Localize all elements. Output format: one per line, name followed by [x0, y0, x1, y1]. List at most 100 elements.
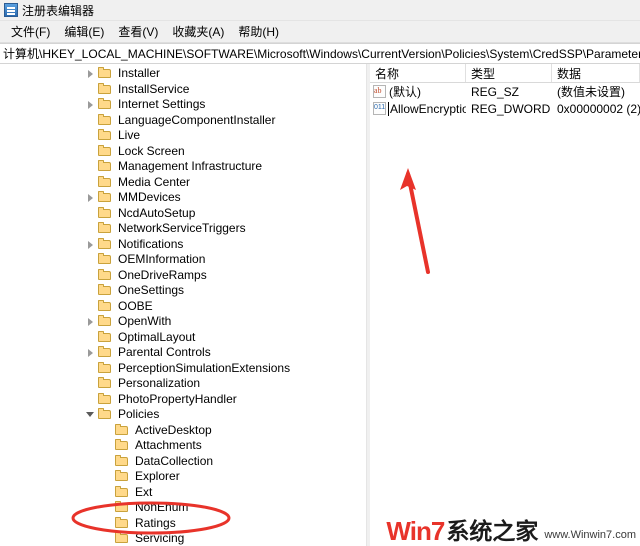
- tree-item[interactable]: Parental Controls: [0, 345, 366, 361]
- folder-icon: [97, 191, 113, 204]
- tree-item[interactable]: Servicing: [0, 531, 366, 546]
- folder-icon: [97, 113, 113, 127]
- value-type-cell: REG_DWORD: [471, 101, 551, 116]
- tree-item-label: Installer: [118, 66, 161, 80]
- chevron-right-icon[interactable]: [85, 239, 96, 250]
- tree-item[interactable]: OpenWith: [0, 314, 366, 330]
- tree-item[interactable]: DataCollection: [0, 454, 366, 470]
- tree-item-label: Personalization: [118, 376, 201, 390]
- chevron-right-icon[interactable]: [85, 347, 96, 358]
- tree-item-label: OpenWith: [118, 314, 172, 328]
- tree-item[interactable]: OptimalLayout: [0, 330, 366, 346]
- tree-item[interactable]: Personalization: [0, 376, 366, 392]
- tree-item[interactable]: OneSettings: [0, 283, 366, 299]
- value-type-cell: REG_SZ: [471, 84, 520, 99]
- tree-item[interactable]: Internet Settings: [0, 97, 366, 113]
- tree-item[interactable]: Installer: [0, 66, 366, 82]
- tree-item[interactable]: OEMInformation: [0, 252, 366, 268]
- tree-item-label: DataCollection: [135, 453, 214, 468]
- values-list-pane[interactable]: 名称 类型 数据 (默认) REG_SZ (数值未设置) AllowEncryptio…: [370, 64, 640, 546]
- column-header-type[interactable]: 类型: [466, 64, 552, 82]
- dword-value-icon: [373, 102, 386, 115]
- chevron-right-icon[interactable]: [85, 68, 96, 79]
- tree-item[interactable]: Ext: [0, 485, 366, 501]
- tree-item[interactable]: PhotoPropertyHandler: [0, 392, 366, 408]
- folder-icon: [97, 315, 113, 328]
- tree-item-label: Policies: [118, 407, 160, 421]
- registry-editor-window: 注册表编辑器 文件(F) 编辑(E) 查看(V) 收藏夹(A) 帮助(H) 计算…: [0, 0, 640, 546]
- tree-item-label: Explorer: [135, 469, 180, 483]
- tree-item-label: Media Center: [118, 174, 191, 189]
- address-path: 计算机\HKEY_LOCAL_MACHINE\SOFTWARE\Microsof…: [3, 47, 640, 61]
- tree-item[interactable]: OneDriveRamps: [0, 268, 366, 284]
- menu-help[interactable]: 帮助(H): [231, 21, 286, 42]
- tree-item[interactable]: LanguageComponentInstaller: [0, 113, 366, 129]
- folder-icon: [114, 532, 130, 545]
- column-header-data[interactable]: 数据: [552, 64, 640, 82]
- value-data-cell: (数值未设置): [557, 85, 625, 99]
- tree-item-label: PerceptionSimulationExtensions: [118, 360, 291, 375]
- tree-item[interactable]: Ratings: [0, 516, 366, 532]
- folder-icon: [114, 516, 130, 530]
- tree-item[interactable]: Attachments: [0, 438, 366, 454]
- folder-icon: [97, 377, 113, 390]
- tree-item-label: NonEnum: [135, 500, 189, 514]
- menu-favorites[interactable]: 收藏夹(A): [165, 21, 231, 42]
- tree-item[interactable]: Notifications: [0, 237, 366, 253]
- registry-tree: Installer InstallService Internet Settings…: [0, 64, 366, 546]
- folder-icon: [97, 253, 113, 266]
- tree-item[interactable]: Media Center: [0, 175, 366, 191]
- folder-icon: [97, 299, 113, 313]
- folder-icon: [97, 237, 113, 251]
- tree-item[interactable]: MMDevices: [0, 190, 366, 206]
- address-bar[interactable]: 计算机\HKEY_LOCAL_MACHINE\SOFTWARE\Microsof…: [0, 43, 640, 64]
- tree-item[interactable]: Live: [0, 128, 366, 144]
- tree-item[interactable]: ActiveDesktop: [0, 423, 366, 439]
- chevron-right-icon[interactable]: [85, 316, 96, 327]
- tree-item[interactable]: Lock Screen: [0, 144, 366, 160]
- value-name-label: (默认): [389, 85, 421, 99]
- tree-item[interactable]: NcdAutoSetup: [0, 206, 366, 222]
- tree-item-label: InstallService: [118, 81, 190, 96]
- registry-tree-pane[interactable]: Installer InstallService Internet Settings…: [0, 64, 367, 546]
- folder-icon: [114, 501, 130, 514]
- folder-icon: [97, 67, 113, 80]
- tree-item[interactable]: Policies: [0, 407, 366, 423]
- chevron-right-icon[interactable]: [85, 99, 96, 110]
- menu-view[interactable]: 查看(V): [111, 21, 165, 42]
- value-row[interactable]: (默认) REG_SZ (数值未设置): [370, 83, 640, 100]
- chevron-down-icon[interactable]: [85, 409, 96, 420]
- folder-icon: [97, 206, 113, 220]
- folder-icon: [97, 392, 113, 406]
- folder-icon: [97, 175, 113, 189]
- registry-editor-icon: [4, 3, 18, 17]
- value-row[interactable]: AllowEncryptio... REG_DWORD 0x00000002 (2): [370, 100, 640, 117]
- folder-icon: [97, 268, 113, 282]
- folder-icon: [97, 98, 113, 111]
- tree-item[interactable]: InstallService: [0, 82, 366, 98]
- chevron-right-icon[interactable]: [85, 192, 96, 203]
- tree-item[interactable]: NetworkServiceTriggers: [0, 221, 366, 237]
- tree-item[interactable]: Management Infrastructure: [0, 159, 366, 175]
- tree-item[interactable]: PerceptionSimulationExtensions: [0, 361, 366, 377]
- tree-item[interactable]: NonEnum: [0, 500, 366, 516]
- menu-edit[interactable]: 编辑(E): [57, 21, 111, 42]
- menu-file[interactable]: 文件(F): [4, 21, 57, 42]
- column-header-name[interactable]: 名称: [370, 64, 466, 82]
- tree-item[interactable]: OOBE: [0, 299, 366, 315]
- tree-item[interactable]: Explorer: [0, 469, 366, 485]
- value-name-cell: AllowEncryptio...: [370, 101, 466, 116]
